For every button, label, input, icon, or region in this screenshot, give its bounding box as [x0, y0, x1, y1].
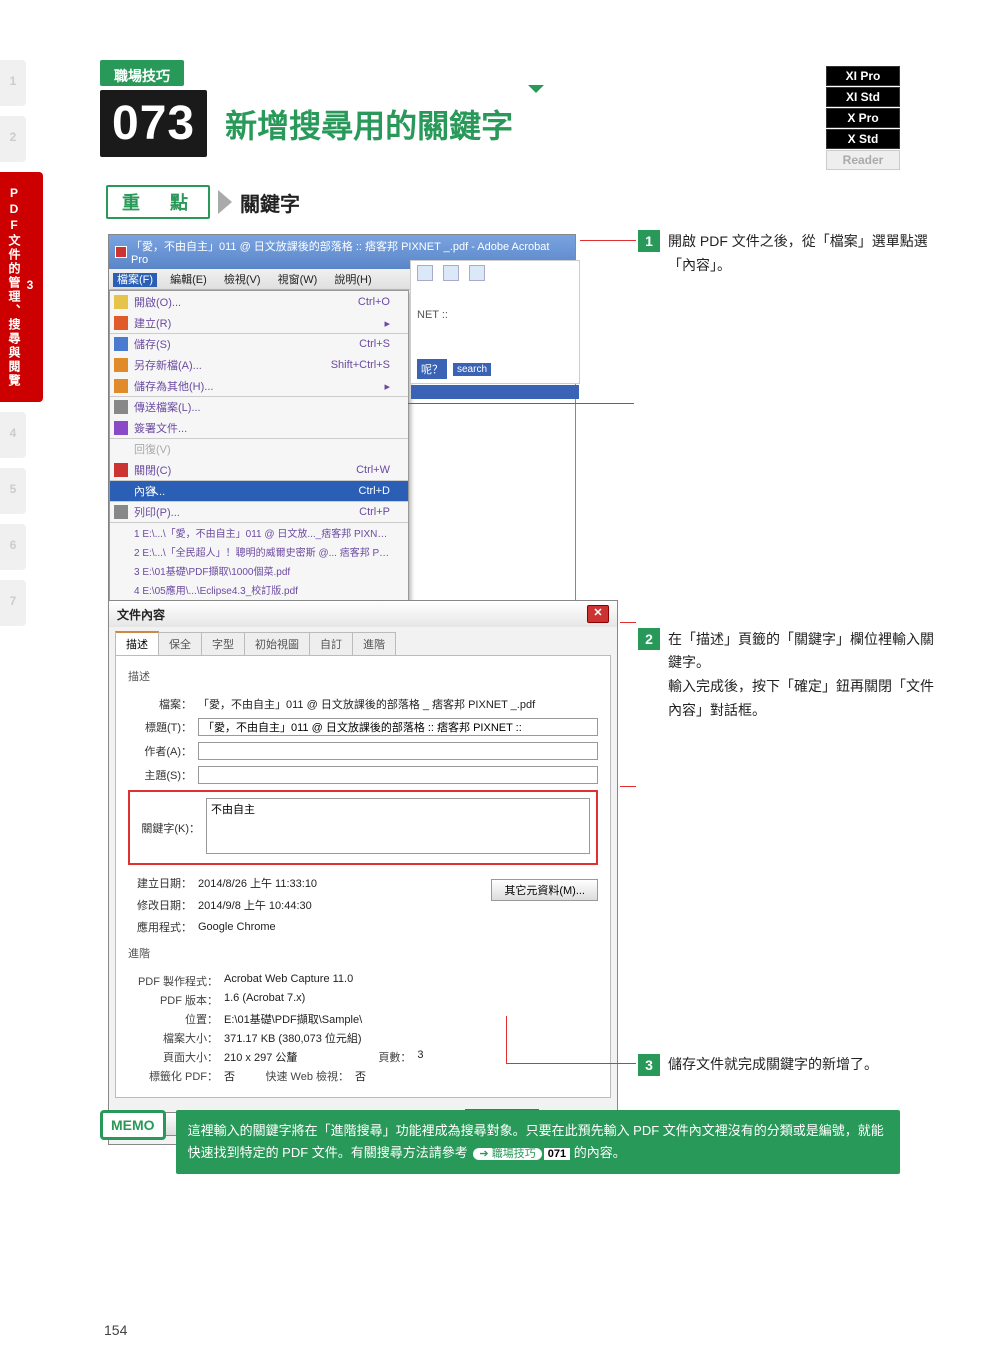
keywords-label: 關鍵字(K)：: [136, 820, 206, 836]
file-value: 「愛，不由自主」011 @ 日文放課後的部落格 _ 痞客邦 PIXNET _.p…: [198, 696, 598, 712]
cross-ref-number: 071: [544, 1148, 570, 1160]
toolbar-icon[interactable]: [443, 265, 459, 281]
file-label: 檔案：: [128, 696, 198, 712]
tip-title: 新增搜尋用的關鍵字: [225, 101, 513, 147]
menu-item-create[interactable]: 建立(R)▸: [110, 312, 408, 333]
menu-view[interactable]: 檢視(V): [220, 273, 265, 287]
menu-window[interactable]: 視窗(W): [274, 273, 322, 287]
dialog-tabs: 描述保全字型初始視圖自訂進階: [109, 627, 617, 655]
keypoint-label: 重 點: [106, 185, 210, 219]
tab-security[interactable]: 保全: [158, 632, 202, 655]
badge-x-std: X Std: [826, 129, 900, 149]
step-number: 3: [638, 1054, 660, 1076]
recent-file[interactable]: 2 E:\...\「全民超人」！聰明的威爾史密斯 @... 痞客邦 PIXNET…: [110, 542, 408, 561]
step-text: 在「描述」頁籤的「關鍵字」欄位裡輸入關鍵字。輸入完成後，按下「確定」鈕再關閉「文…: [668, 628, 938, 723]
recent-file[interactable]: 3 E:\01基礎\PDF擷取\1000個菜.pdf: [110, 561, 408, 580]
subject-input[interactable]: [198, 766, 598, 784]
keypoint-text: 關鍵字: [240, 188, 300, 217]
tab-advanced[interactable]: 進階: [352, 632, 396, 655]
menu-item-saveother[interactable]: 儲存為其他(H)...▸: [110, 375, 408, 396]
author-input[interactable]: [198, 742, 598, 760]
memo-body: 這裡輸入的關鍵字將在「進階搜尋」功能裡成為搜尋對象。只要在此預先輸入 PDF 文…: [176, 1110, 900, 1174]
file-menu-popup: 開啟(O)...Ctrl+O 建立(R)▸ 儲存(S)Ctrl+S 另存新檔(A…: [109, 290, 409, 640]
menu-help[interactable]: 說明(H): [330, 273, 375, 287]
group-advanced: 進階: [128, 943, 598, 967]
chapter-tab-3: 3PDF文件的管理、搜尋與閱覽: [0, 172, 43, 402]
chapter-tab-1: 1: [0, 60, 26, 106]
menu-item-save[interactable]: 儲存(S)Ctrl+S: [110, 333, 408, 354]
menu-item-open[interactable]: 開啟(O)...Ctrl+O: [110, 291, 408, 312]
title-input[interactable]: [198, 718, 598, 736]
menu-item-close[interactable]: 關閉(C)Ctrl+W: [110, 459, 408, 480]
category-pill: 職場技巧: [100, 60, 184, 86]
memo-label: MEMO: [100, 1110, 166, 1140]
menu-item-print[interactable]: 列印(P)...Ctrl+P: [110, 501, 408, 522]
step-number: 2: [638, 628, 660, 650]
tip-number: 073: [100, 90, 207, 157]
toolbar-icon[interactable]: [417, 265, 433, 281]
document-background: NET :: 呢？ search: [410, 260, 580, 384]
dialog-title: 文件內容: [117, 606, 165, 623]
menu-item-properties[interactable]: 內容...↖Ctrl+D: [110, 480, 408, 501]
badge-xi-pro: XI Pro: [826, 66, 900, 86]
subject-label: 主題(S)：: [128, 767, 198, 783]
doc-text: 呢？: [417, 359, 447, 379]
menu-edit[interactable]: 編輯(E): [166, 273, 211, 287]
app-icon: [115, 246, 127, 258]
tab-custom[interactable]: 自訂: [309, 632, 353, 655]
chapter-tab-4: 4: [0, 412, 26, 458]
tip-header: 職場技巧 073 新增搜尋用的關鍵字 XI Pro XI Std X Pro X…: [100, 60, 900, 219]
recent-file[interactable]: 1 E:\...\「愛，不由自主」011 @ 日文放..._痞客邦 PIXNET…: [110, 523, 408, 542]
doc-text: NET ::: [411, 305, 579, 325]
version-badges: XI Pro XI Std X Pro X Std Reader: [826, 66, 900, 171]
cross-ref: ➔ 職場技巧: [473, 1148, 541, 1160]
chapter-tabs: 1 2 3PDF文件的管理、搜尋與閱覽 4 5 6 7: [0, 60, 36, 636]
menu-item-send[interactable]: 傳送檔案(L)...: [110, 396, 408, 417]
app-label: 應用程式：: [128, 919, 198, 935]
title-label: 標題(T)：: [128, 719, 198, 735]
chapter-tab-5: 5: [0, 468, 26, 514]
group-description: 描述: [128, 666, 598, 690]
recent-file[interactable]: 4 E:\05應用\...\Eclipse4.3_校訂版.pdf: [110, 580, 408, 599]
menu-item-sign[interactable]: 簽署文件...: [110, 417, 408, 438]
toolbar-icon[interactable]: [469, 265, 485, 281]
metadata-button[interactable]: 其它元資料(M)...: [491, 879, 598, 901]
search-button[interactable]: search: [453, 363, 491, 376]
step-3: 3 儲存文件就完成關鍵字的新增了。: [638, 1054, 938, 1106]
memo-box: MEMO 這裡輸入的關鍵字將在「進階搜尋」功能裡成為搜尋對象。只要在此預先輸入 …: [100, 1110, 900, 1174]
chapter-tab-7: 7: [0, 580, 26, 626]
author-label: 作者(A)：: [128, 743, 198, 759]
page-number: 154: [104, 1322, 127, 1338]
menu-item-saveas[interactable]: 另存新檔(A)...Shift+Ctrl+S: [110, 354, 408, 375]
modified-label: 修改日期：: [128, 897, 198, 913]
step-text: 儲存文件就完成關鍵字的新增了。: [668, 1054, 878, 1076]
menu-file[interactable]: 檔案(F): [113, 273, 157, 287]
tab-description[interactable]: 描述: [115, 631, 159, 655]
badge-x-pro: X Pro: [826, 108, 900, 128]
modified-value: 2014/9/8 上午 10:44:30: [198, 897, 312, 913]
chapter-tab-6: 6: [0, 524, 26, 570]
created-label: 建立日期：: [128, 875, 198, 891]
app-value: Google Chrome: [198, 921, 276, 933]
step-number: 1: [638, 230, 660, 252]
dialog-titlebar: 文件內容 ✕: [109, 601, 617, 627]
step-text: 開啟 PDF 文件之後，從「檔案」選單點選「內容」。: [668, 230, 938, 278]
tab-fonts[interactable]: 字型: [201, 632, 245, 655]
chevron-right-icon: [218, 190, 232, 214]
chapter-tab-2: 2: [0, 116, 26, 162]
close-icon[interactable]: ✕: [587, 605, 609, 623]
menu-item-revert: 回復(V): [110, 438, 408, 459]
step-1: 1 開啟 PDF 文件之後，從「檔案」選單點選「內容」。: [638, 230, 938, 278]
keywords-input[interactable]: 不由自主: [206, 798, 590, 854]
badge-reader: Reader: [826, 150, 900, 170]
badge-xi-std: XI Std: [826, 87, 900, 107]
step-2: 2 在「描述」頁籤的「關鍵字」欄位裡輸入關鍵字。輸入完成後，按下「確定」鈕再關閉…: [638, 628, 938, 723]
created-value: 2014/8/26 上午 11:33:10: [198, 875, 317, 891]
tab-initial-view[interactable]: 初始視圖: [244, 632, 310, 655]
